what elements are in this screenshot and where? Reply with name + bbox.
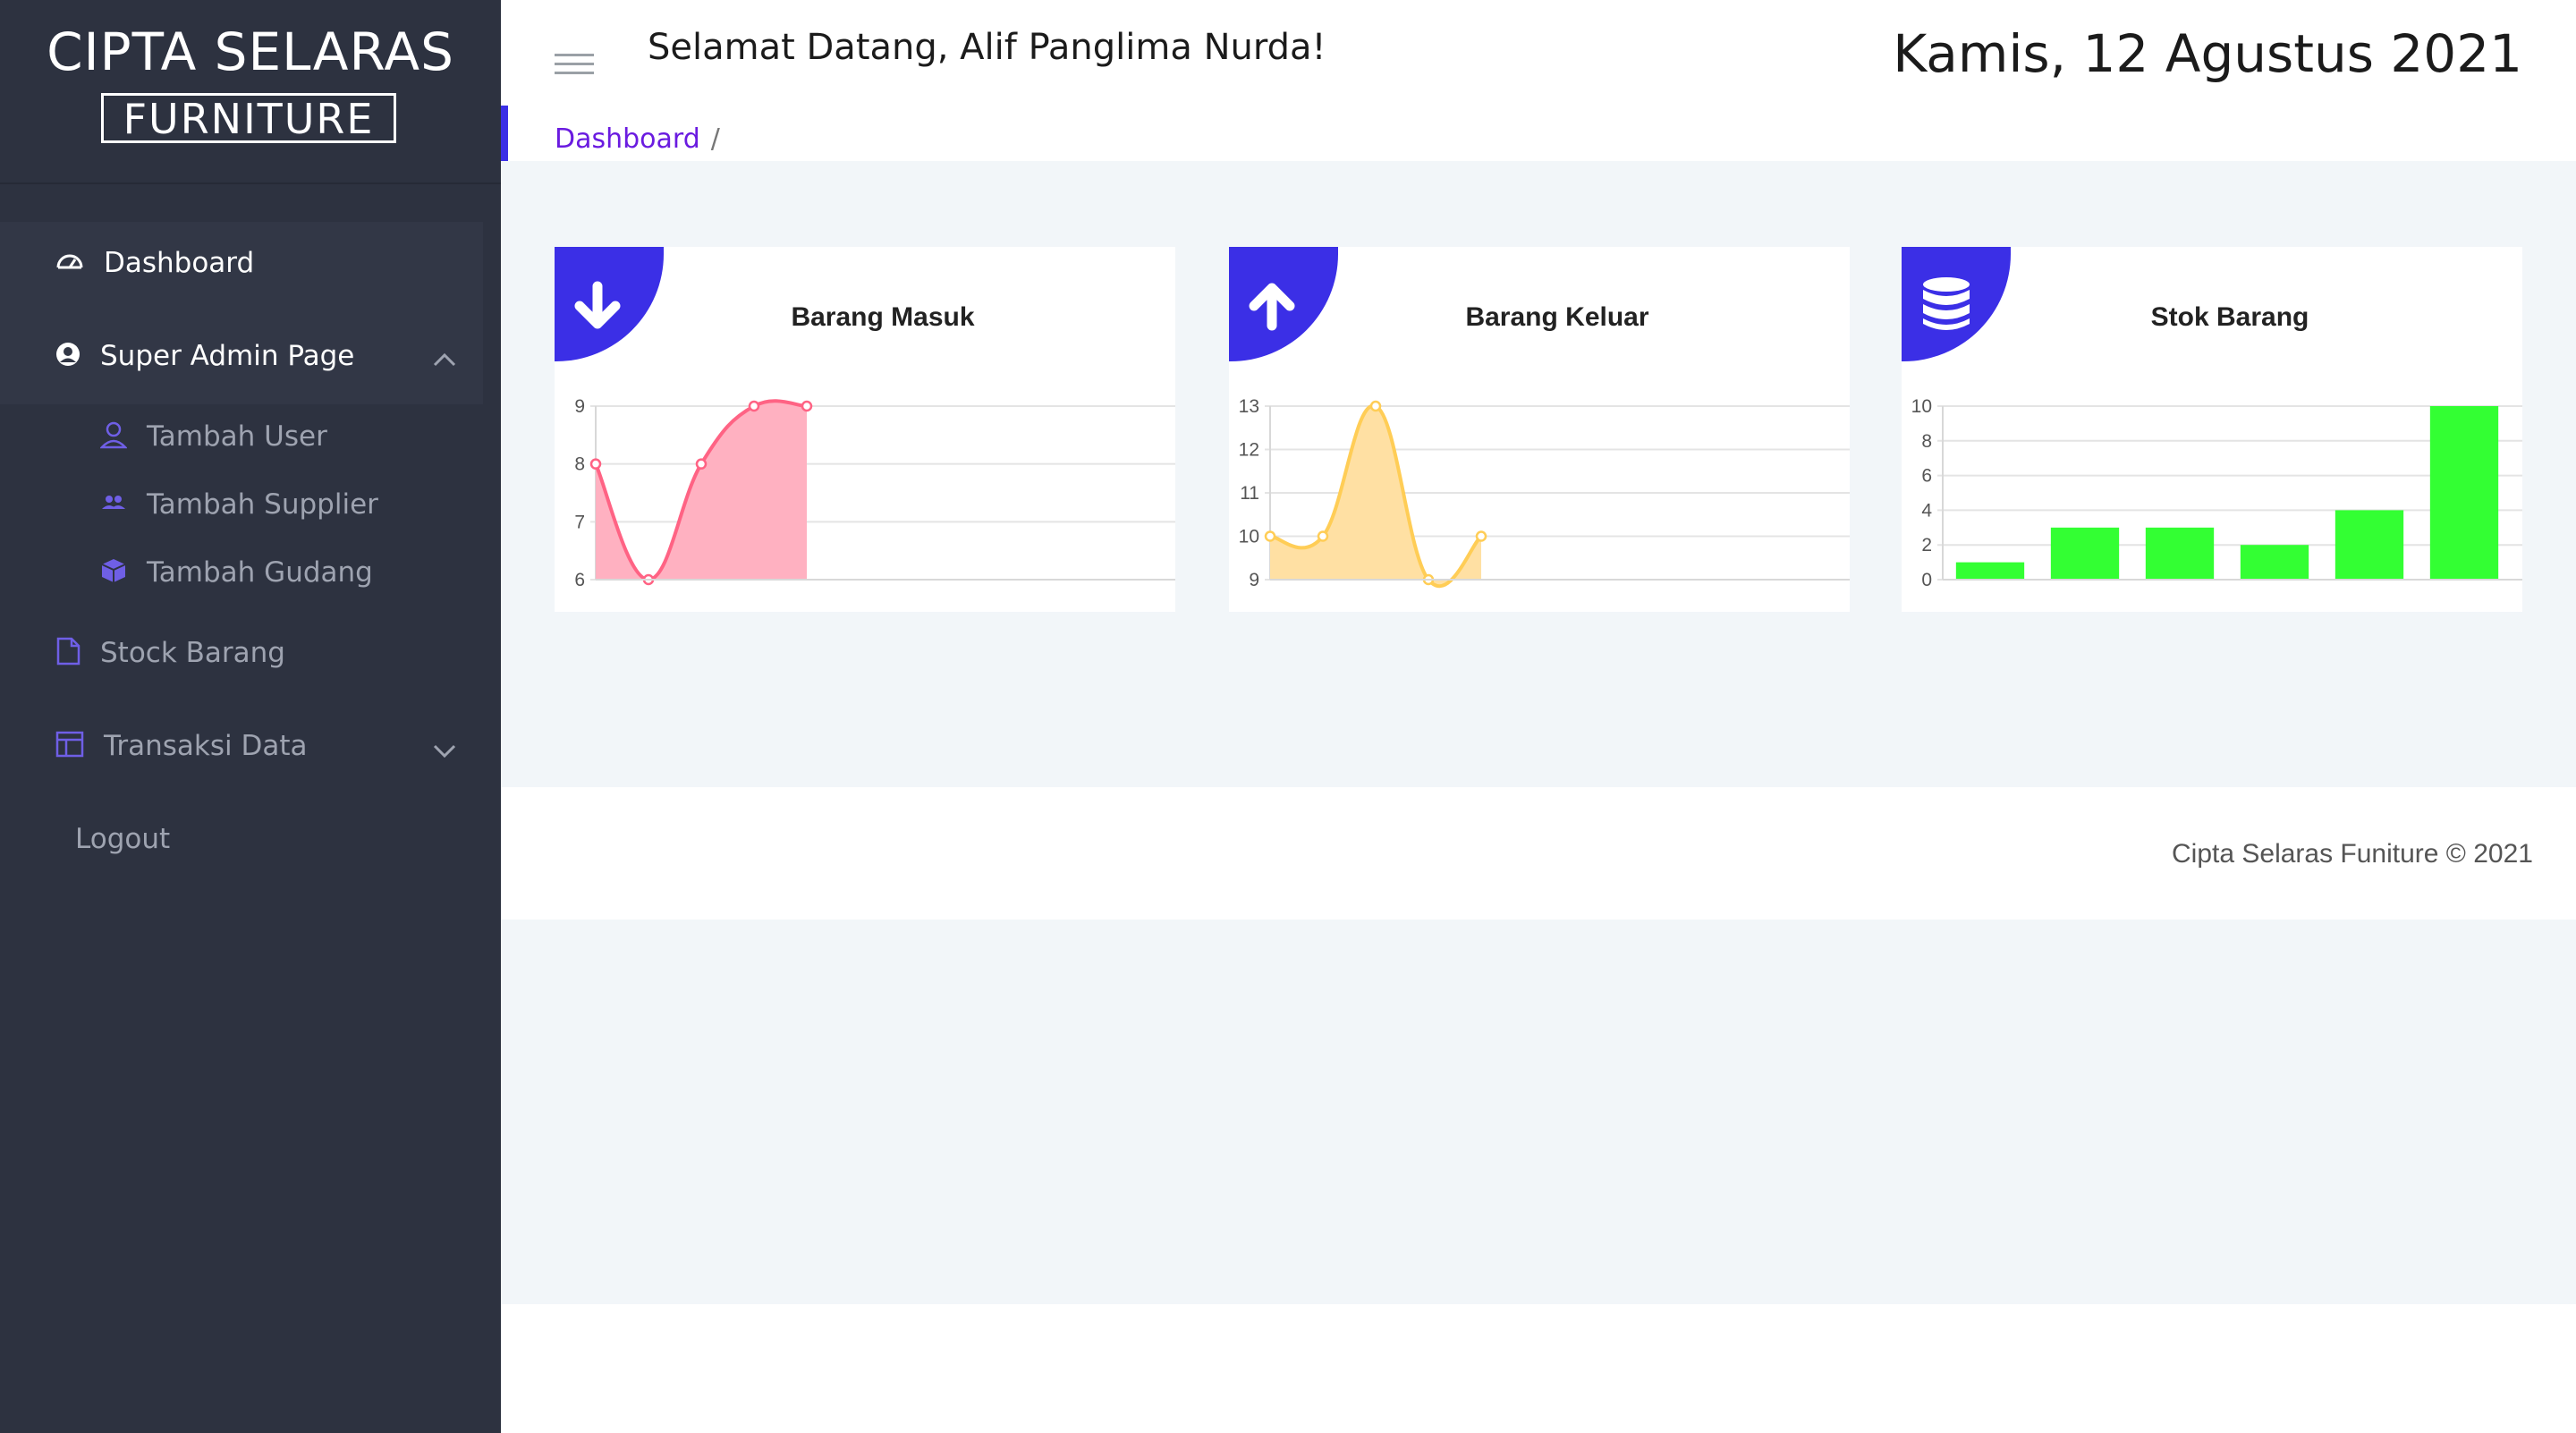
bar [2145, 527, 2215, 580]
card-title: Stok Barang [2150, 302, 2309, 332]
file-icon [55, 637, 80, 669]
card-title: Barang Masuk [791, 302, 975, 332]
brand-logo[interactable]: CIPTA SELARAS FURNITURE [0, 0, 501, 184]
y-tick-label: 6 [574, 570, 585, 590]
y-tick-label: 13 [1239, 399, 1259, 417]
table-icon [55, 731, 84, 761]
bar [2240, 545, 2309, 580]
sidebar-item-label: Dashboard [104, 247, 255, 279]
bar [2334, 510, 2404, 580]
y-tick-label: 10 [1239, 527, 1259, 547]
user-outline-icon [99, 420, 128, 453]
data-point [1475, 530, 1487, 542]
data-point [748, 400, 760, 412]
y-tick-label: 7 [574, 512, 585, 532]
data-point [1264, 530, 1276, 542]
sidebar: CIPTA SELARAS FURNITURE Dashboard Super … [0, 0, 501, 1433]
y-tick-label: 8 [1921, 431, 1932, 452]
sidebar-item-dashboard[interactable]: Dashboard [55, 247, 254, 279]
y-tick-label: 8 [574, 454, 585, 475]
sidebar-item-label: Logout [75, 823, 171, 855]
bar [1955, 562, 2025, 580]
sidebar-item-label: Tambah Supplier [147, 488, 378, 521]
cube-icon [100, 557, 127, 588]
sidebar-item-label: Super Admin Page [100, 340, 355, 372]
bar [2050, 527, 2120, 580]
data-point [589, 458, 602, 470]
card-stok-barang: Stok Barang 0 2 4 6 8 10 [1902, 247, 2522, 612]
data-point [695, 458, 708, 470]
barang-keluar-chart: 9 10 11 12 13 [1239, 399, 1850, 590]
dashboard-icon [55, 251, 84, 275]
y-tick-label: 10 [1911, 399, 1932, 417]
sidebar-item-tambah-gudang[interactable]: Tambah Gudang [100, 556, 373, 589]
lower-content-area [501, 920, 2576, 1304]
user-circle-icon [55, 342, 80, 370]
sidebar-item-tambah-user[interactable]: Tambah User [99, 420, 327, 453]
y-tick-label: 0 [1921, 570, 1932, 590]
breadcrumb-separator: / [710, 123, 720, 155]
users-icon [100, 493, 127, 516]
sidebar-item-super-admin[interactable]: Super Admin Page [55, 340, 354, 372]
area-fill [1270, 405, 1481, 587]
stok-barang-chart: 0 2 4 6 8 10 [1911, 399, 2522, 590]
welcome-message: Selamat Datang, Alif Panglima Nurda! [648, 27, 1326, 68]
sidebar-item-label: Tambah User [147, 420, 327, 453]
y-tick-label: 11 [1240, 483, 1259, 504]
sidebar-item-transaksi-data[interactable]: Transaksi Data [55, 730, 308, 762]
breadcrumb-link-dashboard[interactable]: Dashboard [555, 123, 700, 155]
footer: Cipta Selaras Funiture © 2021 [501, 787, 2576, 920]
y-tick-label: 9 [574, 399, 585, 417]
card-barang-masuk: Barang Masuk 6 7 8 9 [555, 247, 1175, 612]
data-point [801, 400, 813, 412]
bar [2429, 406, 2499, 580]
breadcrumb-bar [501, 106, 2576, 161]
current-date: Kamis, 12 Agustus 2021 [1893, 23, 2522, 84]
chevron-down-icon[interactable] [433, 744, 456, 759]
y-tick-label: 12 [1239, 440, 1259, 461]
y-tick-label: 9 [1249, 570, 1259, 590]
brand-subtitle: FURNITURE [101, 93, 396, 143]
brand-name: CIPTA SELARAS [47, 21, 454, 82]
menu-toggle-icon[interactable] [555, 54, 594, 79]
data-point [1317, 530, 1329, 542]
sidebar-item-stock-barang[interactable]: Stock Barang [55, 637, 285, 669]
chevron-up-icon[interactable] [433, 352, 456, 367]
y-tick-label: 4 [1921, 500, 1932, 521]
sidebar-item-tambah-supplier[interactable]: Tambah Supplier [100, 488, 378, 521]
card-barang-keluar: Barang Keluar 9 10 11 12 13 [1229, 247, 1850, 612]
data-point [1369, 400, 1382, 412]
y-tick-label: 2 [1921, 535, 1932, 555]
sidebar-item-label: Tambah Gudang [147, 556, 373, 589]
sidebar-item-label: Stock Barang [100, 637, 285, 669]
footer-copyright: Cipta Selaras Funiture © 2021 [2172, 839, 2533, 869]
sidebar-item-label: Transaksi Data [104, 730, 308, 762]
breadcrumb: Dashboard / [555, 123, 720, 155]
card-title: Barang Keluar [1465, 302, 1649, 332]
barang-masuk-chart: 6 7 8 9 [574, 399, 1175, 590]
logout-link[interactable]: Logout [75, 823, 170, 855]
y-tick-label: 6 [1921, 466, 1932, 487]
